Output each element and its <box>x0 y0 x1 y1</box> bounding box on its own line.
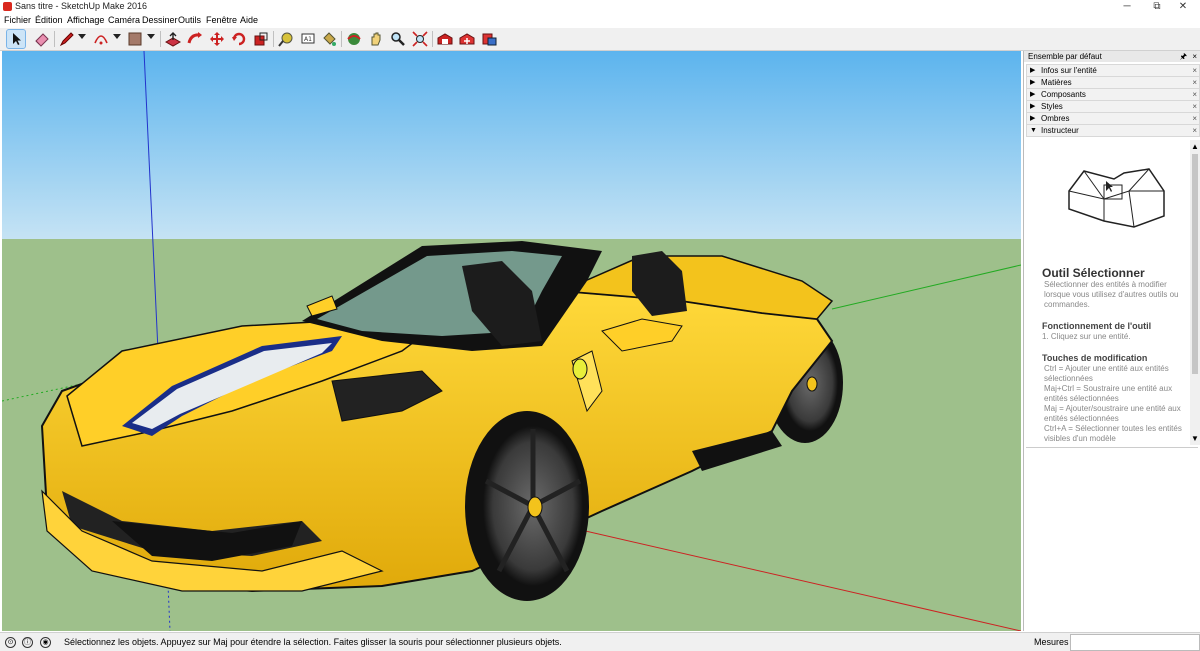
text-tool-label: A1 <box>304 36 312 43</box>
menu-fichier[interactable]: Fichier <box>4 15 31 25</box>
modifier-line: Maj+Ctrl = Soustraire une entité aux ent… <box>1044 384 1173 403</box>
eraser-tool-icon[interactable] <box>33 30 51 48</box>
send-to-layout-icon[interactable] <box>480 30 498 48</box>
front-wheel <box>465 411 589 601</box>
zoom-extents-icon[interactable] <box>411 30 429 48</box>
arc-tool-icon[interactable] <box>92 30 110 48</box>
rectangle-dropdown-icon[interactable] <box>147 34 155 39</box>
rectangle-tool-icon[interactable] <box>126 30 144 48</box>
pencil-dropdown-icon[interactable] <box>78 34 86 39</box>
title-bar: Sans titre - SketchUp Make 2016 ─ ⧉ ✕ <box>0 0 1200 14</box>
scroll-thumb[interactable] <box>1192 154 1198 374</box>
section-label: Ombres <box>1041 114 1070 123</box>
follow-me-icon[interactable] <box>186 30 204 48</box>
section-close-icon[interactable]: × <box>1192 101 1197 112</box>
section-label: Instructeur <box>1041 126 1079 135</box>
scroll-down-icon[interactable]: ▼ <box>1191 434 1199 443</box>
minimize-button[interactable]: ─ <box>1110 0 1144 14</box>
measurements-input[interactable] <box>1070 634 1200 651</box>
zoom-icon[interactable] <box>389 30 407 48</box>
close-button[interactable]: ✕ <box>1166 0 1200 14</box>
section-label: Matières <box>1041 78 1072 87</box>
expand-arrow-icon: ▶ <box>1030 91 1036 98</box>
section-close-icon[interactable]: × <box>1192 125 1197 136</box>
status-bar: ⊙ ⓘ ◉ Sélectionnez les objets. Appuyez s… <box>0 632 1200 651</box>
tray-header: Ensemble par défaut 🖈 × <box>1024 51 1200 62</box>
rotate-tool-icon[interactable] <box>230 30 248 48</box>
scene-canvas <box>2 51 1021 631</box>
push-pull-icon[interactable] <box>164 30 182 48</box>
credits-icon[interactable]: ⓘ <box>22 637 33 648</box>
section-label: Infos sur l'entité <box>1041 66 1097 75</box>
instructor-title: Outil Sélectionner <box>1042 266 1145 280</box>
expand-arrow-icon: ▶ <box>1030 103 1036 110</box>
pin-icon[interactable]: 🖈 <box>1180 51 1187 62</box>
menu-bar: Fichier Édition Affichage Caméra Dessine… <box>0 14 1200 28</box>
menu-affichage[interactable]: Affichage <box>67 15 104 25</box>
large-toolset-toolbar: A1 <box>0 28 1200 51</box>
section-instructor[interactable]: ▼ Instructeur × <box>1026 124 1200 137</box>
orbit-icon[interactable] <box>345 30 363 48</box>
instructor-house-illustration <box>1068 168 1165 228</box>
model-viewport[interactable] <box>2 51 1021 631</box>
tray-divider <box>1026 447 1198 448</box>
section-close-icon[interactable]: × <box>1192 113 1197 124</box>
modifier-line: Ctrl+A = Sélectionner toutes les entités… <box>1044 424 1182 443</box>
pan-icon[interactable] <box>367 30 385 48</box>
instructor-description: Sélectionner des entités à modifier lors… <box>1044 280 1179 309</box>
window-title: Sans titre - SketchUp Make 2016 <box>15 1 148 11</box>
expand-arrow-icon: ▶ <box>1030 79 1036 86</box>
expand-arrow-icon: ▶ <box>1030 115 1036 122</box>
select-tool-icon[interactable] <box>6 29 26 49</box>
tray-close-icon[interactable]: × <box>1192 51 1197 62</box>
geo-location-icon[interactable]: ⊙ <box>5 637 16 648</box>
scale-tool-icon[interactable] <box>252 30 270 48</box>
menu-edition[interactable]: Édition <box>35 15 63 25</box>
status-message: Sélectionnez les objets. Appuyez sur Maj… <box>64 637 562 647</box>
operation-heading: Fonctionnement de l'outil <box>1042 321 1152 331</box>
text-tool-icon[interactable]: A1 <box>299 30 317 48</box>
section-label: Composants <box>1041 90 1086 99</box>
modifier-heading: Touches de modification <box>1042 353 1148 363</box>
arc-dropdown-icon[interactable] <box>113 34 121 39</box>
tape-measure-icon[interactable] <box>277 30 295 48</box>
user-icon[interactable]: ◉ <box>40 637 51 648</box>
menu-camera[interactable]: Caméra <box>108 15 140 25</box>
menu-aide[interactable]: Aide <box>240 15 258 25</box>
tray-title: Ensemble par défaut <box>1028 52 1102 61</box>
instructor-scrollbar[interactable]: ▲ ▼ <box>1190 140 1200 445</box>
default-tray-panel: Ensemble par défaut 🖈 × ▶ Infos sur l'en… <box>1023 51 1200 631</box>
section-label: Styles <box>1041 102 1063 111</box>
extension-warehouse-icon[interactable] <box>458 30 476 48</box>
menu-fenetre[interactable]: Fenêtre <box>206 15 237 25</box>
section-close-icon[interactable]: × <box>1192 65 1197 76</box>
measurements-label: Mesures <box>1034 637 1069 647</box>
menu-dessiner[interactable]: Dessiner <box>142 15 178 25</box>
warehouse-icon[interactable] <box>436 30 454 48</box>
section-close-icon[interactable]: × <box>1192 77 1197 88</box>
sky <box>2 51 1021 239</box>
menu-outils[interactable]: Outils <box>178 15 201 25</box>
scroll-up-icon[interactable]: ▲ <box>1191 142 1199 151</box>
paint-bucket-icon[interactable] <box>320 30 338 48</box>
pencil-tool-icon[interactable] <box>58 30 76 48</box>
expand-arrow-icon: ▶ <box>1030 67 1036 74</box>
move-tool-icon[interactable] <box>208 30 226 48</box>
modifier-line: Maj = Ajouter/soustraire une entité aux … <box>1044 404 1181 423</box>
collapse-arrow-icon: ▼ <box>1030 127 1037 134</box>
section-close-icon[interactable]: × <box>1192 89 1197 100</box>
modifier-line: Ctrl = Ajouter une entité aux entités sé… <box>1044 364 1169 383</box>
sketchup-logo-icon <box>3 2 12 11</box>
operation-step: 1. Cliquez sur une entité. <box>1042 332 1131 341</box>
